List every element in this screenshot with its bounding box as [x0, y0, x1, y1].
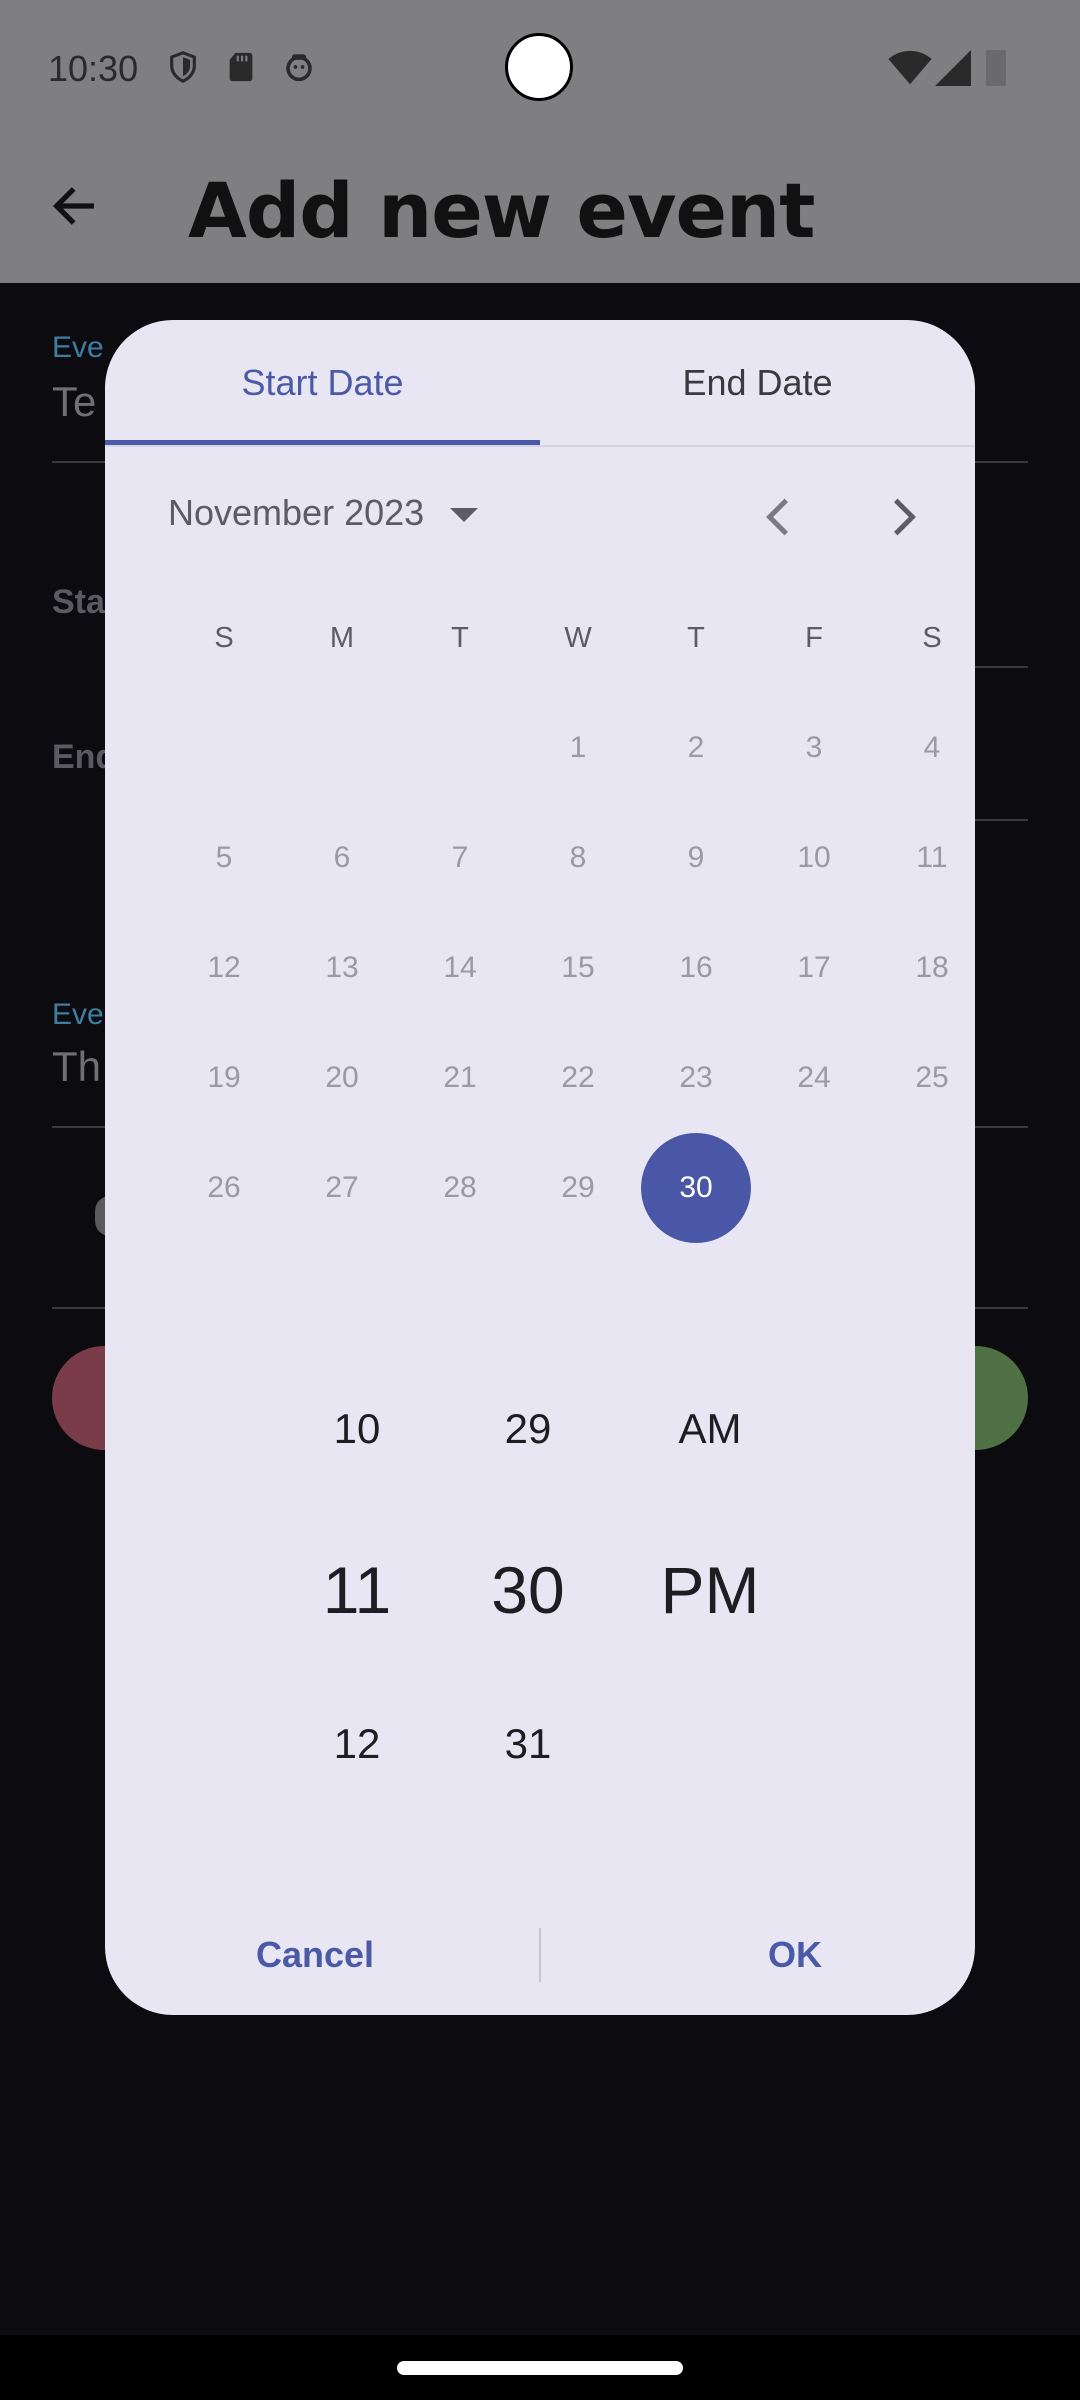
minute-next[interactable]: 31 [448, 1720, 608, 1768]
app-bar: Add new event [0, 138, 1080, 283]
weekday-label: S [922, 621, 942, 654]
day-cell[interactable]: 28 [401, 1133, 519, 1243]
chevron-right-icon[interactable] [877, 492, 927, 542]
status-bar: 10:30 [0, 0, 1080, 138]
event-desc-value: Th [52, 1043, 102, 1090]
button-divider [539, 1928, 541, 1982]
day-cell[interactable]: 3 [755, 693, 873, 803]
weekday-header: S M T W T F S [165, 583, 975, 693]
day-cell[interactable]: 4 [873, 693, 975, 803]
sd-card-icon [229, 52, 253, 82]
day-cell[interactable]: 23 [637, 1023, 755, 1133]
wifi-icon [888, 50, 932, 85]
date-time-picker-dialog: Start Date End Date November 2023 S M T … [105, 320, 975, 2015]
day-cell[interactable]: 13 [283, 913, 401, 1023]
day-cell[interactable]: 29 [519, 1133, 637, 1243]
status-time: 10:30 [48, 48, 139, 89]
android-face-icon [286, 54, 312, 82]
signal-icon [935, 50, 971, 86]
day-cell[interactable]: 16 [637, 913, 755, 1023]
day-cell[interactable]: 8 [519, 803, 637, 913]
minute-current[interactable]: 30 [448, 1552, 608, 1628]
day-cell[interactable]: 14 [401, 913, 519, 1023]
day-cell[interactable]: 27 [283, 1133, 401, 1243]
minute-prev[interactable]: 29 [448, 1405, 608, 1453]
event-name-label: Eve [52, 331, 104, 364]
hour-prev[interactable]: 10 [277, 1405, 437, 1453]
month-year-selector[interactable]: November 2023 [168, 492, 424, 534]
calendar-grid: 1 2 3 4 5 6 7 8 9 10 11 12 13 14 15 16 1… [165, 693, 975, 1243]
selected-day-cell[interactable]: 30 [641, 1133, 751, 1243]
selected-day-label: 30 [641, 1133, 751, 1243]
start-label: Sta [52, 583, 105, 621]
day-cell[interactable]: 20 [283, 1023, 401, 1133]
day-cell[interactable]: 21 [401, 1023, 519, 1133]
period-prev[interactable]: AM [630, 1405, 790, 1453]
weekday-label: M [329, 621, 355, 654]
weekday-label: S [214, 621, 234, 654]
period-current[interactable]: PM [630, 1552, 790, 1628]
day-cell[interactable]: 22 [519, 1023, 637, 1133]
day-cell[interactable]: 25 [873, 1023, 975, 1133]
weekday-label: T [451, 621, 469, 654]
event-name-value: Te [52, 378, 97, 425]
day-cell[interactable]: 1 [519, 693, 637, 803]
tab-end-date[interactable]: End Date [540, 320, 975, 445]
weekday-label: F [805, 621, 823, 654]
day-cell[interactable]: 24 [755, 1023, 873, 1133]
event-desc-label: Eve [52, 998, 104, 1031]
dropdown-arrow-icon[interactable] [450, 508, 478, 524]
weekday-label: W [564, 621, 592, 654]
day-cell[interactable]: 17 [755, 913, 873, 1023]
day-cell[interactable]: 2 [637, 693, 755, 803]
day-cell[interactable]: 9 [637, 803, 755, 913]
day-cell[interactable]: 6 [283, 803, 401, 913]
cancel-button[interactable]: Cancel [200, 1920, 430, 1990]
arrow-back-icon[interactable] [48, 180, 100, 232]
day-cell[interactable]: 12 [165, 913, 283, 1023]
day-cell[interactable]: 15 [519, 913, 637, 1023]
day-cell[interactable]: 26 [165, 1133, 283, 1243]
battery-icon [986, 50, 1006, 86]
page-title: Add new event [188, 166, 815, 255]
day-cell[interactable]: 19 [165, 1023, 283, 1133]
ok-button[interactable]: OK [705, 1920, 885, 1990]
weekday-label: T [687, 621, 705, 654]
day-cell[interactable]: 11 [873, 803, 975, 913]
tab-divider [105, 445, 975, 447]
day-cell[interactable]: 5 [165, 803, 283, 913]
hour-current[interactable]: 11 [277, 1552, 437, 1628]
day-cell[interactable]: 10 [755, 803, 873, 913]
day-cell[interactable]: 18 [873, 913, 975, 1023]
camera-cutout [505, 33, 573, 101]
home-gesture-handle[interactable] [397, 2361, 683, 2375]
shield-icon [170, 51, 196, 83]
hour-next[interactable]: 12 [277, 1720, 437, 1768]
tab-start-date[interactable]: Start Date [105, 320, 540, 445]
day-cell[interactable]: 7 [401, 803, 519, 913]
chevron-left-icon[interactable] [755, 492, 805, 542]
